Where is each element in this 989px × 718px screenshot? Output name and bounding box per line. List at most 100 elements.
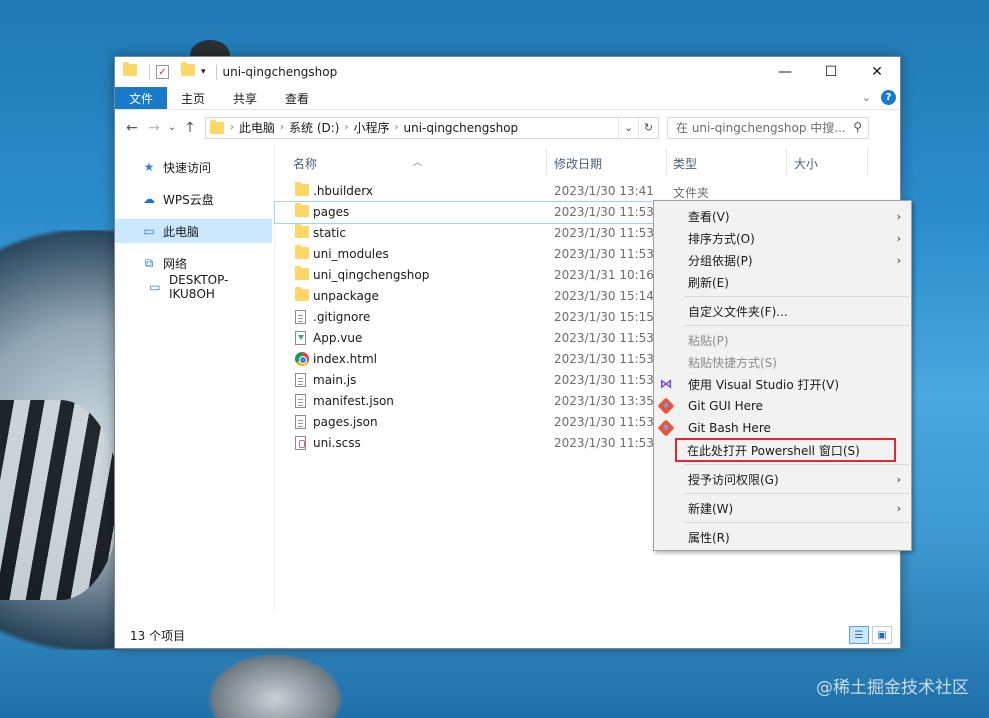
folder-icon xyxy=(295,203,309,220)
address-bar[interactable]: › 此电脑 › 系统 (D:) › 小程序 › uni-qingchengsho… xyxy=(205,116,659,139)
ribbon-tabs: 文件 主页 共享 查看 ⌄ ? xyxy=(115,87,900,109)
folder-icon xyxy=(210,119,224,134)
sidebar-item-label: DESKTOP-IKU8OH xyxy=(168,273,229,301)
chevron-right-icon[interactable]: › xyxy=(230,122,234,133)
quick-access-dropdown-icon[interactable]: ▾ xyxy=(201,67,206,77)
breadcrumb-current-folder[interactable]: uni-qingchengshop xyxy=(404,121,519,135)
breadcrumb-drive-d[interactable]: 系统 (D:) xyxy=(289,119,339,136)
menu-item-open-visual-studio[interactable]: ⋈ 使用 Visual Studio 打开(V) xyxy=(654,373,911,395)
menu-item-customize-folder[interactable]: 自定义文件夹(F)... xyxy=(654,300,911,322)
menu-item-open-powershell[interactable]: 在此处打开 Powershell 窗口(S) xyxy=(675,438,896,462)
item-count: 13 个项目 xyxy=(130,628,186,643)
minimize-button[interactable]: — xyxy=(762,57,808,87)
document-icon xyxy=(295,310,309,325)
tab-home[interactable]: 主页 xyxy=(167,87,219,109)
scss-file-icon xyxy=(295,436,309,451)
network-icon: ⧉ xyxy=(144,255,154,270)
sidebar-item-network[interactable]: ⧉ 网络 xyxy=(115,251,274,275)
properties-check-icon[interactable]: ✓ xyxy=(156,65,169,79)
chevron-right-icon: › xyxy=(896,253,901,267)
sidebar-item-this-pc[interactable]: ▭ 此电脑 xyxy=(115,219,272,243)
help-icon[interactable]: ? xyxy=(881,90,896,105)
column-date[interactable]: 修改日期 xyxy=(554,155,602,172)
search-input[interactable]: 在 uni-qingchengshop 中搜... ⚲ xyxy=(667,116,869,139)
divider[interactable] xyxy=(666,149,667,175)
menu-item-grant-access[interactable]: 授予访问权限(G) › xyxy=(654,468,911,490)
file-date: 2023/1/30 11:53 xyxy=(554,373,654,387)
menu-item-git-bash[interactable]: Git Bash Here xyxy=(654,417,911,439)
menu-item-git-gui[interactable]: Git GUI Here xyxy=(654,395,911,417)
divider xyxy=(149,64,150,80)
details-view-icon[interactable]: ☰ xyxy=(849,626,869,644)
forward-button[interactable]: → xyxy=(143,120,165,136)
new-folder-icon[interactable] xyxy=(181,62,195,80)
sidebar-item-wps-cloud[interactable]: ☁ WPS云盘 xyxy=(115,187,274,211)
chevron-right-icon: › xyxy=(896,501,901,515)
context-menu: 查看(V) › 排序方式(O) › 分组依据(P) › 刷新(E) 自定义文件夹… xyxy=(653,200,912,551)
menu-item-label: 排序方式(O) xyxy=(688,231,755,246)
table-row[interactable]: .hbuilderx 2023/1/30 13:41 文件夹 xyxy=(275,181,900,202)
address-actions: ⌄ ↻ xyxy=(618,117,658,138)
sidebar-item-desktop-pc[interactable]: ▭ DESKTOP-IKU8OH xyxy=(115,273,274,301)
menu-item-sort[interactable]: 排序方式(O) › xyxy=(654,227,911,249)
recent-locations-button[interactable]: ⌄ xyxy=(165,122,179,133)
sidebar-item-quick-access[interactable]: ★ 快速访问 xyxy=(115,155,274,179)
menu-item-refresh[interactable]: 刷新(E) xyxy=(654,271,911,293)
tab-share[interactable]: 共享 xyxy=(219,87,271,109)
menu-item-label: Git GUI Here xyxy=(688,399,764,413)
menu-item-label: 查看(V) xyxy=(688,209,730,224)
file-date: 2023/1/30 11:53 xyxy=(554,331,654,345)
menu-item-group[interactable]: 分组依据(P) › xyxy=(654,249,911,271)
expand-ribbon-icon[interactable]: ⌄ xyxy=(862,91,871,104)
menu-divider xyxy=(684,325,909,326)
column-type[interactable]: 类型 xyxy=(673,155,697,172)
file-name: uni.scss xyxy=(313,436,361,450)
menu-item-paste-shortcut[interactable]: 粘贴快捷方式(S) xyxy=(654,351,911,373)
back-button[interactable]: ← xyxy=(121,120,143,136)
title-bar: ✓ ▾ uni-qingchengshop — ☐ ✕ xyxy=(115,57,900,87)
chevron-right-icon[interactable]: › xyxy=(344,122,348,133)
search-icon[interactable]: ⚲ xyxy=(853,120,862,134)
git-icon xyxy=(657,419,675,437)
vue-file-icon xyxy=(295,331,309,346)
divider[interactable] xyxy=(546,149,547,175)
refresh-icon[interactable]: ↻ xyxy=(638,117,658,138)
sidebar-item-label: 网络 xyxy=(163,256,188,271)
watermark: @稀土掘金技术社区 xyxy=(816,678,969,698)
address-dropdown-icon[interactable]: ⌄ xyxy=(618,117,638,138)
maximize-button[interactable]: ☐ xyxy=(808,57,854,87)
menu-item-properties[interactable]: 属性(R) xyxy=(654,526,911,548)
window-controls: — ☐ ✕ xyxy=(762,57,900,87)
chevron-right-icon[interactable]: › xyxy=(280,122,284,133)
folder-icon xyxy=(295,287,309,304)
divider[interactable] xyxy=(786,149,787,175)
file-type: 文件夹 xyxy=(673,186,710,200)
tab-view[interactable]: 查看 xyxy=(271,87,323,109)
file-name: App.vue xyxy=(313,331,363,345)
close-button[interactable]: ✕ xyxy=(854,57,900,87)
column-size[interactable]: 大小 xyxy=(794,155,818,172)
up-button[interactable]: ↑ xyxy=(179,120,201,136)
sort-ascending-icon: ︿ xyxy=(413,158,423,168)
divider[interactable] xyxy=(867,149,868,175)
file-date: 2023/1/30 15:15 xyxy=(554,310,654,324)
breadcrumb-mini-program[interactable]: 小程序 xyxy=(353,119,389,136)
visual-studio-icon: ⋈ xyxy=(659,376,673,392)
file-name: unpackage xyxy=(313,289,379,303)
menu-item-label: 授予访问权限(G) xyxy=(688,472,779,487)
menu-item-paste[interactable]: 粘贴(P) xyxy=(654,329,911,351)
file-name: uni_qingchengshop xyxy=(313,268,430,282)
navigation-bar: ← → ⌄ ↑ › 此电脑 › 系统 (D:) › 小程序 › uni-qing… xyxy=(115,109,900,145)
menu-item-view[interactable]: 查看(V) › xyxy=(654,205,911,227)
large-icons-view-icon[interactable]: ▣ xyxy=(872,626,892,644)
menu-item-label: 粘贴(P) xyxy=(688,333,729,348)
breadcrumb-this-pc[interactable]: 此电脑 xyxy=(239,119,275,136)
menu-item-new[interactable]: 新建(W) › xyxy=(654,497,911,519)
column-headers: ︿ 名称 修改日期 类型 大小 xyxy=(275,145,900,177)
folder-icon xyxy=(295,182,309,199)
tab-file[interactable]: 文件 xyxy=(115,87,168,109)
column-name[interactable]: 名称 xyxy=(293,155,317,172)
cloud-icon: ☁ xyxy=(143,192,155,206)
chevron-right-icon[interactable]: › xyxy=(395,122,399,133)
json-file-icon xyxy=(295,394,309,409)
